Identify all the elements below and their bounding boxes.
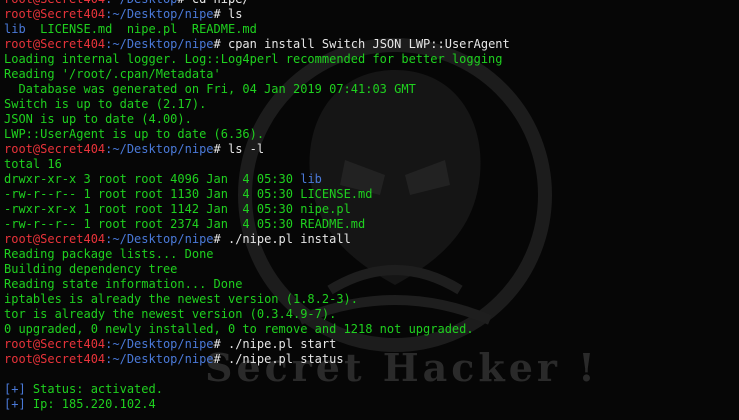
command-text: ./nipe.pl status (227, 352, 344, 366)
directory-name: lib (4, 22, 26, 36)
output-line: Reading '/root/.cpan/Metadata' (4, 67, 735, 82)
command-text: ls -l (227, 142, 265, 156)
output-line: iptables is already the newest version (… (4, 292, 735, 307)
output-text: Building dependency tree (4, 262, 178, 276)
prompt-user: root@Secret404 (4, 0, 105, 6)
output-text: iptables is already the newest version (… (4, 292, 359, 306)
status-marker: [+] (4, 382, 26, 396)
command-text: ls (227, 7, 243, 21)
prompt-line: root@Secret404:~/Desktop/nipe# ./nipe.pl… (4, 337, 735, 352)
file-name: nipe.pl (300, 202, 351, 216)
ls-long-line: -rw-r--r-- 1 root root 2374 Jan 4 05:30 … (4, 217, 735, 232)
prompt-user: root@Secret404 (4, 352, 106, 366)
output-text: total 16 (4, 157, 62, 171)
file-name: README.md (300, 217, 366, 231)
command-text: ./nipe.pl install (227, 232, 351, 246)
prompt-path: :~/Desktop/nipe (105, 352, 214, 366)
status-marker: [+] (4, 397, 26, 411)
output-text: Reading package lists... Done (4, 247, 214, 261)
output-line: tor is already the newest version (0.3.4… (4, 307, 735, 322)
output-text: 0 upgraded, 0 newly installed, 0 to remo… (4, 322, 474, 336)
command-text: ./nipe.pl start (227, 337, 337, 351)
output-line: Database was generated on Fri, 04 Jan 20… (4, 82, 735, 97)
prompt-line: root@Secret404:~/Desktop/nipe# ls (4, 7, 735, 22)
prompt-line: root@Secret404:~/Desktop# cd nipe/ (4, 0, 735, 7)
output-line: LWP::UserAgent is up to date (6.36). (4, 127, 735, 142)
output-text: Reading state information... Done (4, 277, 243, 291)
prompt-user: root@Secret404 (4, 142, 106, 156)
prompt-line: root@Secret404:~/Desktop/nipe# ls -l (4, 142, 735, 157)
prompt-path: :~/Desktop/nipe (105, 232, 214, 246)
file-name: lib (300, 172, 322, 186)
file-attributes: -rw-r--r-- 1 root root 1130 Jan 4 05:30 (4, 187, 301, 201)
file-names: LICENSE.md nipe.pl README.md (25, 22, 257, 36)
prompt-symbol: # (213, 142, 228, 156)
prompt-line: root@Secret404:~/Desktop/nipe# cpan inst… (4, 37, 735, 52)
prompt-symbol: # (213, 232, 228, 246)
status-text: Status: activated. (25, 382, 163, 396)
output-line: total 16 (4, 157, 735, 172)
prompt-symbol: # (213, 37, 228, 51)
ls-output-line: lib LICENSE.md nipe.pl README.md (4, 22, 735, 37)
prompt-user: root@Secret404 (4, 37, 106, 51)
command-text: cd nipe/ (192, 0, 250, 6)
status-text: Ip: 185.220.102.4 (25, 397, 156, 411)
output-text: JSON is up to date (4.00). (4, 112, 192, 126)
ls-long-line: -rw-r--r-- 1 root root 1130 Jan 4 05:30 … (4, 187, 735, 202)
prompt-symbol: # (213, 7, 228, 21)
output-line: Reading package lists... Done (4, 247, 735, 262)
prompt-user: root@Secret404 (4, 7, 106, 21)
output-line: JSON is up to date (4.00). (4, 112, 735, 127)
prompt-line: root@Secret404:~/Desktop/nipe# ./nipe.pl… (4, 232, 735, 247)
prompt-user: root@Secret404 (4, 232, 106, 246)
command-text: cpan install Switch JSON LWP::UserAgent (227, 37, 510, 51)
file-name: LICENSE.md (300, 187, 373, 201)
ls-long-line: drwxr-xr-x 3 root root 4096 Jan 4 05:30 … (4, 172, 735, 187)
prompt-path: :~/Desktop (105, 0, 177, 6)
terminal-output[interactable]: root@Secret404:~/Desktop# cd nipe/root@S… (4, 0, 735, 412)
terminal-window[interactable]: Secret Hacker ! root@Secret404:~/Desktop… (0, 0, 739, 420)
prompt-path: :~/Desktop/nipe (105, 142, 214, 156)
status-line: [+] Ip: 185.220.102.4 (4, 397, 735, 412)
output-text: Switch is up to date (2.17). (4, 97, 207, 111)
file-attributes: -rw-r--r-- 1 root root 2374 Jan 4 05:30 (4, 217, 301, 231)
prompt-symbol: # (213, 352, 228, 366)
output-line: Building dependency tree (4, 262, 735, 277)
output-text: Reading '/root/.cpan/Metadata' (4, 67, 221, 81)
output-text: tor is already the newest version (0.3.4… (4, 307, 337, 321)
prompt-user: root@Secret404 (4, 337, 106, 351)
prompt-path: :~/Desktop/nipe (105, 7, 214, 21)
ls-long-line: -rwxr-xr-x 1 root root 1142 Jan 4 05:30 … (4, 202, 735, 217)
file-attributes: drwxr-xr-x 3 root root 4096 Jan 4 05:30 (4, 172, 301, 186)
output-text: LWP::UserAgent is up to date (6.36). (4, 127, 265, 141)
prompt-path: :~/Desktop/nipe (105, 337, 214, 351)
prompt-path: :~/Desktop/nipe (105, 37, 214, 51)
prompt-symbol: # (213, 337, 228, 351)
output-text: Loading internal logger. Log::Log4perl r… (4, 52, 503, 66)
output-text: Database was generated on Fri, 04 Jan 20… (4, 82, 416, 96)
file-attributes: -rwxr-xr-x 1 root root 1142 Jan 4 05:30 (4, 202, 301, 216)
output-line: 0 upgraded, 0 newly installed, 0 to remo… (4, 322, 735, 337)
prompt-symbol: # (177, 0, 191, 6)
status-line: [+] Status: activated. (4, 382, 735, 397)
output-line: Reading state information... Done (4, 277, 735, 292)
prompt-line: root@Secret404:~/Desktop/nipe# ./nipe.pl… (4, 352, 735, 367)
output-line: Switch is up to date (2.17). (4, 97, 735, 112)
output-line: Loading internal logger. Log::Log4perl r… (4, 52, 735, 67)
